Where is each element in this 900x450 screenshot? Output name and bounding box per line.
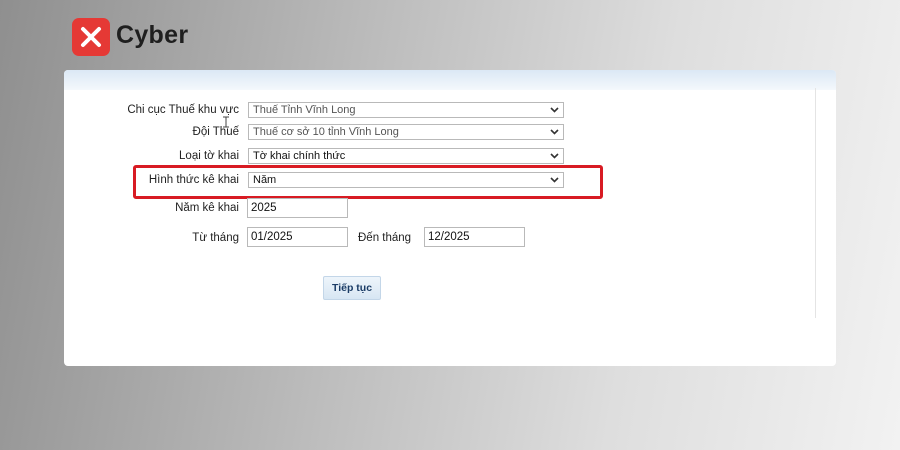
select-chi-cuc[interactable]: Thuế Tỉnh Vĩnh Long <box>248 102 564 118</box>
select-doi-thue[interactable]: Thuế cơ sở 10 tỉnh Vĩnh Long <box>248 124 564 140</box>
label-chi-cuc: Chi cục Thuế khu vực <box>127 104 239 116</box>
highlight-box <box>133 165 603 199</box>
text-cursor-icon <box>223 116 229 128</box>
label-nam-ke-khai: Năm kê khai <box>175 202 239 214</box>
continue-button[interactable]: Tiếp tục <box>323 276 381 300</box>
label-tu-thang: Từ tháng <box>192 232 239 244</box>
chevron-down-icon <box>550 107 559 113</box>
brand-name: Cyber <box>116 20 189 49</box>
label-loai-to-khai: Loại tờ khai <box>179 150 239 162</box>
label-doi-thue: Đội Thuế <box>192 126 239 138</box>
label-den-thang: Đến tháng <box>358 232 412 244</box>
input-nam-ke-khai[interactable]: 2025 <box>247 198 348 218</box>
chevron-down-icon <box>550 153 559 159</box>
cyber-logo-icon <box>72 18 110 56</box>
chevron-down-icon <box>550 129 559 135</box>
card-header-bar <box>64 70 836 90</box>
input-den-thang[interactable]: 12/2025 <box>424 227 525 247</box>
brand-logo: Cyber <box>72 18 188 56</box>
select-loai-to-khai[interactable]: Tờ khai chính thức <box>248 148 564 164</box>
input-tu-thang[interactable]: 01/2025 <box>247 227 348 247</box>
